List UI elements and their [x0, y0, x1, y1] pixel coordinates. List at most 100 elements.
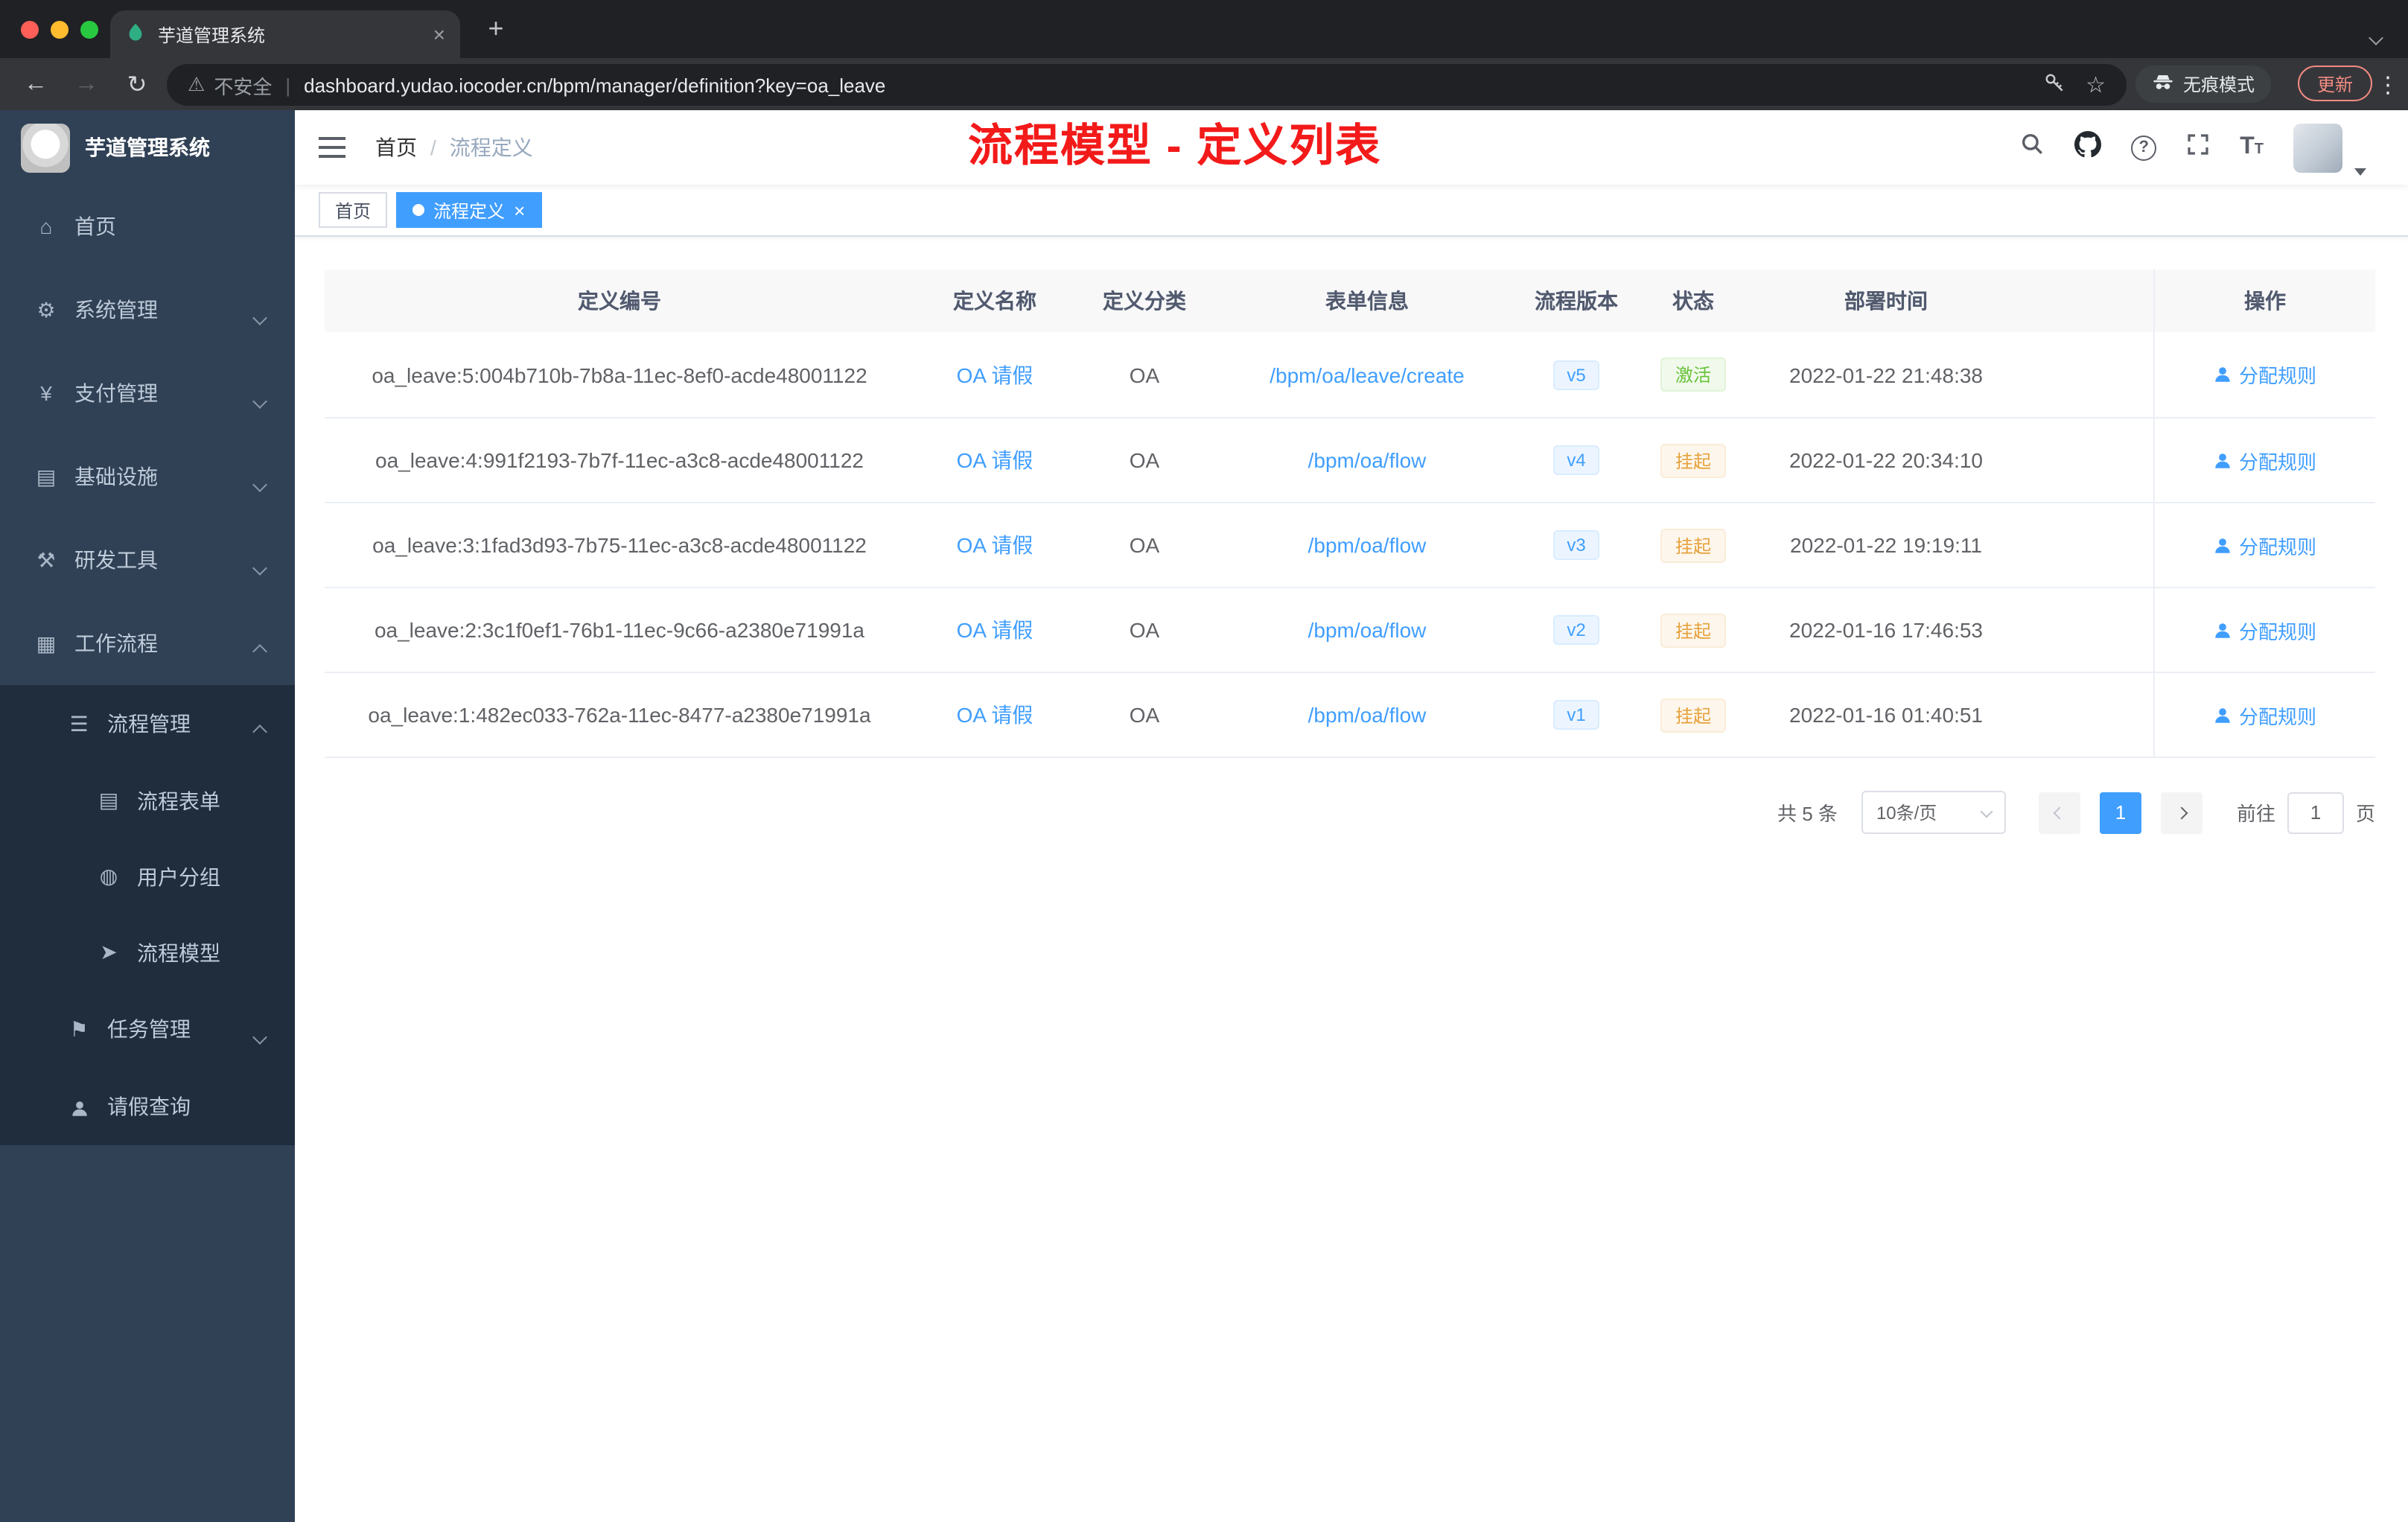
chevron-down-icon	[252, 394, 267, 409]
assign-rule-link[interactable]: 分配规则	[2214, 616, 2316, 644]
form-icon: ▤	[98, 788, 119, 812]
assign-rule-link[interactable]: 分配规则	[2214, 360, 2316, 389]
model-icon: ➤	[100, 940, 118, 964]
active-dot	[413, 204, 425, 216]
status-badge: 挂起	[1660, 528, 1726, 562]
cell-deploy-time: 2022-01-16 01:40:51	[1789, 703, 1983, 727]
page: 芋道管理系统 × + ← → ↻ ⚠ 不安全 | dashboard.yudao…	[0, 0, 2408, 1522]
browser-update-button[interactable]: 更新	[2297, 66, 2372, 101]
main-area: 首页 / 流程定义 流程模型 - 定义列表 ? TT 首页 流程定义 × 定义编…	[295, 110, 2408, 1522]
sidebar-item-infrastructure[interactable]: ▤ 基础设施	[0, 435, 295, 518]
sidebar-item-home[interactable]: ⌂ 首页	[0, 185, 295, 268]
next-page-button[interactable]	[2160, 792, 2202, 833]
definition-name-link[interactable]: OA 请假	[957, 360, 1033, 389]
definition-name-link[interactable]: OA 请假	[957, 445, 1033, 475]
minimize-window-button[interactable]	[51, 21, 69, 39]
definition-name-link[interactable]: OA 请假	[957, 615, 1033, 645]
form-link[interactable]: /bpm/oa/flow	[1308, 618, 1427, 642]
tags-bar: 首页 流程定义 ×	[295, 185, 2408, 237]
person-icon	[2214, 450, 2233, 470]
form-link[interactable]: /bpm/oa/flow	[1308, 533, 1427, 557]
browser-menu-icon[interactable]: ⋮	[2377, 71, 2399, 98]
payment-icon: ¥	[40, 381, 52, 405]
cell-definition-id: oa_leave:5:004b710b-7b8a-11ec-8ef0-acde4…	[372, 363, 867, 386]
column-header: 状态	[1672, 289, 1714, 313]
sidebar-item-user-group[interactable]: ◍ 用户分组	[0, 838, 295, 914]
column-header: 流程版本	[1535, 289, 1618, 313]
tab-search-icon[interactable]	[2369, 24, 2383, 51]
prev-page-button[interactable]	[2038, 792, 2080, 833]
fullscreen-icon[interactable]	[2186, 132, 2210, 163]
incognito-icon	[2152, 71, 2174, 98]
forward-icon[interactable]: →	[71, 71, 101, 98]
search-icon[interactable]	[2019, 131, 2045, 164]
sidebar-item-task-manage[interactable]: ⚑ 任务管理	[0, 990, 295, 1068]
column-header: 表单信息	[1325, 289, 1409, 313]
assign-rule-link[interactable]: 分配规则	[2214, 446, 2316, 474]
status-badge: 挂起	[1660, 443, 1726, 477]
window-controls	[21, 21, 98, 39]
font-size-icon[interactable]: TT	[2240, 134, 2264, 161]
definition-name-link[interactable]: OA 请假	[957, 700, 1033, 730]
cell-deploy-time: 2022-01-22 20:34:10	[1789, 448, 1983, 472]
sidebar-item-system[interactable]: ⚙ 系统管理	[0, 268, 295, 351]
page-title-annotation: 流程模型 - 定义列表	[968, 122, 1382, 171]
definition-name-link[interactable]: OA 请假	[957, 530, 1033, 560]
hamburger-icon[interactable]	[319, 137, 345, 158]
bookmark-star-icon[interactable]: ☆	[2086, 71, 2106, 98]
cell-definition-id: oa_leave:2:3c1f0ef1-76b1-11ec-9c66-a2380…	[374, 618, 864, 642]
cell-deploy-time: 2022-01-16 17:46:53	[1789, 618, 1983, 642]
tag-home[interactable]: 首页	[319, 192, 388, 228]
sidebar-item-process-model[interactable]: ➤ 流程模型	[0, 914, 295, 990]
version-badge: v4	[1553, 445, 1599, 475]
assign-rule-link[interactable]: 分配规则	[2214, 701, 2316, 729]
tab-title: 芋道管理系统	[158, 25, 266, 45]
chevron-down-icon	[252, 477, 267, 492]
key-icon[interactable]	[2042, 71, 2065, 98]
avatar[interactable]	[2293, 123, 2342, 172]
help-icon[interactable]: ?	[2131, 135, 2157, 160]
zoom-window-button[interactable]	[80, 21, 98, 39]
form-link[interactable]: /bpm/oa/leave/create	[1270, 363, 1465, 386]
person-icon	[2214, 365, 2233, 384]
version-badge: v2	[1553, 615, 1599, 645]
home-icon: ⌂	[39, 214, 53, 238]
sidebar-item-devtools[interactable]: ⚒ 研发工具	[0, 518, 295, 602]
page-size-select[interactable]: 10条/页	[1861, 791, 2006, 834]
reload-icon[interactable]: ↻	[122, 69, 152, 99]
cell-category: OA	[1129, 703, 1160, 727]
new-tab-button[interactable]: +	[480, 13, 512, 46]
tag-close-icon[interactable]: ×	[514, 200, 525, 220]
goto-page-input[interactable]	[2287, 792, 2344, 833]
breadcrumb-home[interactable]: 首页	[375, 133, 417, 162]
cell-definition-id: oa_leave:1:482ec033-762a-11ec-8477-a2380…	[368, 703, 871, 727]
address-bar[interactable]: ⚠ 不安全 | dashboard.yudao.iocoder.cn/bpm/m…	[167, 64, 2127, 106]
browser-toolbar: ← → ↻ ⚠ 不安全 | dashboard.yudao.iocoder.cn…	[0, 58, 2408, 110]
sidebar-item-payment[interactable]: ¥ 支付管理	[0, 351, 295, 435]
sidebar-item-process-form[interactable]: ▤ 流程表单	[0, 762, 295, 838]
github-icon[interactable]	[2074, 130, 2102, 165]
goto-label: 前往	[2236, 803, 2275, 825]
security-warning-icon: ⚠	[188, 73, 206, 95]
form-link[interactable]: /bpm/oa/flow	[1308, 448, 1427, 472]
sidebar-item-workflow[interactable]: ▦ 工作流程	[0, 602, 295, 685]
table-body: oa_leave:5:004b710b-7b8a-11ec-8ef0-acde4…	[325, 332, 2375, 757]
avatar-dropdown-icon[interactable]	[2354, 168, 2366, 176]
table-row: oa_leave:1:482ec033-762a-11ec-8477-a2380…	[325, 672, 2375, 757]
app-logo	[21, 123, 70, 172]
sidebar-item-process-manage[interactable]: ☰ 流程管理	[0, 685, 295, 762]
app-logo-row: 芋道管理系统	[0, 110, 295, 185]
user-group-icon: ◍	[99, 864, 118, 888]
sidebar-item-leave-query[interactable]: 请假查询	[0, 1068, 295, 1145]
close-window-button[interactable]	[21, 21, 39, 39]
back-icon[interactable]: ←	[21, 71, 51, 98]
content: 定义编号 定义名称 定义分类 表单信息 流程版本 状态 部署时间 操作 oa_leave:5:…	[295, 237, 2408, 1522]
tag-process-definition[interactable]: 流程定义 ×	[396, 192, 542, 228]
current-page-button[interactable]: 1	[2099, 792, 2141, 833]
browser-tab[interactable]: 芋道管理系统 ×	[110, 10, 460, 58]
gear-icon: ⚙	[36, 297, 56, 321]
tab-close-icon[interactable]: ×	[433, 22, 445, 46]
form-link[interactable]: /bpm/oa/flow	[1308, 703, 1427, 727]
column-header: 部署时间	[1844, 289, 1928, 313]
assign-rule-link[interactable]: 分配规则	[2214, 531, 2316, 559]
